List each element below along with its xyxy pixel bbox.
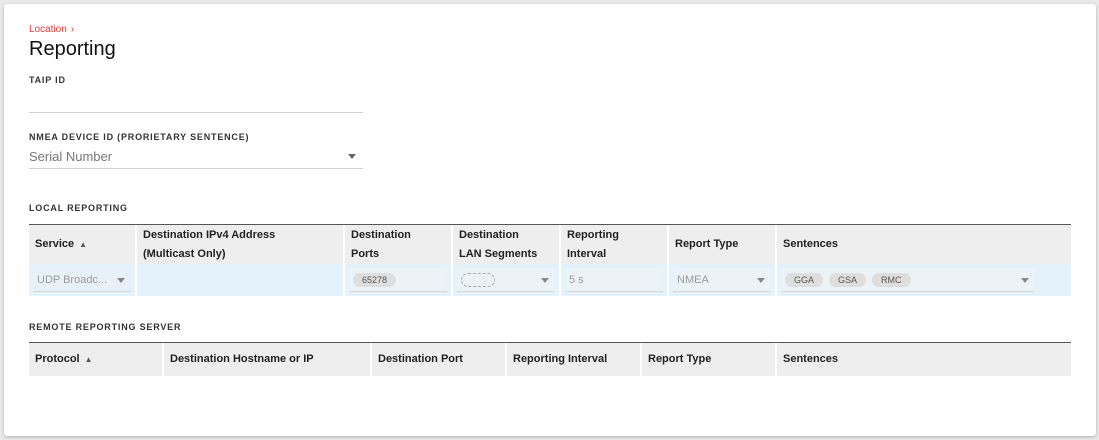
nmea-device-id-underline <box>29 168 363 169</box>
caret-down-icon[interactable] <box>541 278 549 283</box>
service-cell: UDP Broadc... <box>29 264 137 296</box>
destination-ip-cell <box>137 264 345 296</box>
column-reporting-interval-label: Reporting <box>567 228 619 241</box>
column-destination-ports[interactable]: Destination Ports <box>345 225 453 264</box>
local-reporting-table: Service ▲ Destination IPv4 Address (Mult… <box>29 224 1071 296</box>
column-protocol-label: Protocol <box>35 353 80 365</box>
column-reporting-interval[interactable]: Reporting Interval <box>561 225 669 264</box>
service-value: UDP Broadc... <box>37 273 108 286</box>
column-report-type-label: Report Type <box>675 238 739 250</box>
sort-ascending-icon[interactable]: ▲ <box>79 235 87 254</box>
column-destination-lan-sublabel: LAN Segments <box>459 247 538 260</box>
sentence-chip-gsa[interactable]: GSA <box>829 272 867 287</box>
column-hostname-label: Destination Hostname or IP <box>170 353 314 365</box>
column-sentences-label: Sentences <box>783 353 839 365</box>
column-destination-ip-label: Destination IPv4 Address <box>143 228 276 241</box>
table-header: Protocol ▲ Destination Hostname or IP De… <box>29 342 1071 376</box>
taip-id-input[interactable] <box>29 92 363 113</box>
report-type-select[interactable]: NMEA <box>673 268 771 292</box>
destination-ports-input[interactable]: 65278 <box>349 268 447 292</box>
caret-down-icon[interactable] <box>348 154 356 159</box>
report-type-cell: NMEA <box>669 264 777 296</box>
column-service[interactable]: Service ▲ <box>29 225 137 264</box>
column-destination-ip[interactable]: Destination IPv4 Address (Multicast Only… <box>137 225 345 264</box>
reporting-card: Location › Reporting TAIP ID NMEA DEVICE… <box>4 4 1096 436</box>
column-report-type[interactable]: Report Type <box>669 225 777 264</box>
breadcrumb-link-location[interactable]: Location <box>29 24 67 35</box>
remote-reporting-table: Protocol ▲ Destination Hostname or IP De… <box>29 342 1071 376</box>
page-title: Reporting <box>29 38 116 60</box>
column-reporting-interval-label: Reporting Interval <box>513 353 608 365</box>
destination-lan-cell <box>453 264 561 296</box>
column-reporting-interval[interactable]: Reporting Interval <box>507 343 642 376</box>
table-row[interactable]: UDP Broadc... 65278 5 s NMEA GGA GSA RMC <box>29 264 1071 296</box>
sentence-chip-rmc[interactable]: RMC <box>872 272 911 287</box>
column-sentences[interactable]: Sentences <box>777 225 1071 264</box>
column-destination-port[interactable]: Destination Port <box>372 343 507 376</box>
table-header: Service ▲ Destination IPv4 Address (Mult… <box>29 224 1071 264</box>
column-destination-ports-sublabel: Ports <box>351 247 380 260</box>
destination-ports-cell: 65278 <box>345 264 453 296</box>
sentences-cell: GGA GSA RMC <box>777 264 1071 296</box>
chevron-right-icon: › <box>70 24 75 35</box>
nmea-device-id-label: NMEA DEVICE ID (PRORIETARY SENTENCE) <box>29 132 250 142</box>
service-select[interactable]: UDP Broadc... <box>33 268 131 292</box>
sentence-chip-gga[interactable]: GGA <box>785 272 824 287</box>
column-destination-lan-label: Destination <box>459 228 519 241</box>
breadcrumb: Location › <box>29 24 74 35</box>
column-sentences[interactable]: Sentences <box>777 343 1071 376</box>
destination-ip-input[interactable] <box>141 268 339 292</box>
sort-ascending-icon[interactable]: ▲ <box>85 350 93 369</box>
column-report-type-label: Report Type <box>648 353 712 365</box>
sentences-select[interactable]: GGA GSA RMC <box>781 268 1035 292</box>
column-reporting-interval-sublabel: Interval <box>567 247 607 260</box>
caret-down-icon[interactable] <box>117 278 125 283</box>
column-report-type[interactable]: Report Type <box>642 343 777 376</box>
column-protocol[interactable]: Protocol ▲ <box>29 343 164 376</box>
column-destination-ports-label: Destination <box>351 228 411 241</box>
column-destination-port-label: Destination Port <box>378 353 463 365</box>
reporting-interval-input[interactable]: 5 s <box>565 268 663 292</box>
column-destination-ip-sublabel: (Multicast Only) <box>143 247 226 260</box>
reporting-interval-value: 5 s <box>569 273 584 286</box>
column-hostname[interactable]: Destination Hostname or IP <box>164 343 372 376</box>
taip-id-label: TAIP ID <box>29 75 66 85</box>
caret-down-icon[interactable] <box>1021 278 1029 283</box>
nmea-device-id-select[interactable]: Serial Number <box>29 149 112 164</box>
column-service-label: Service <box>35 238 75 250</box>
lan-segment-chip-placeholder <box>461 272 495 287</box>
reporting-interval-cell: 5 s <box>561 264 669 296</box>
destination-lan-select[interactable] <box>457 268 555 292</box>
local-reporting-label: LOCAL REPORTING <box>29 203 128 213</box>
port-chip[interactable]: 65278 <box>353 272 397 287</box>
column-destination-lan[interactable]: Destination LAN Segments <box>453 225 561 264</box>
column-sentences-label: Sentences <box>783 238 839 250</box>
caret-down-icon[interactable] <box>757 278 765 283</box>
report-type-value: NMEA <box>677 273 709 286</box>
remote-reporting-label: REMOTE REPORTING SERVER <box>29 322 182 332</box>
